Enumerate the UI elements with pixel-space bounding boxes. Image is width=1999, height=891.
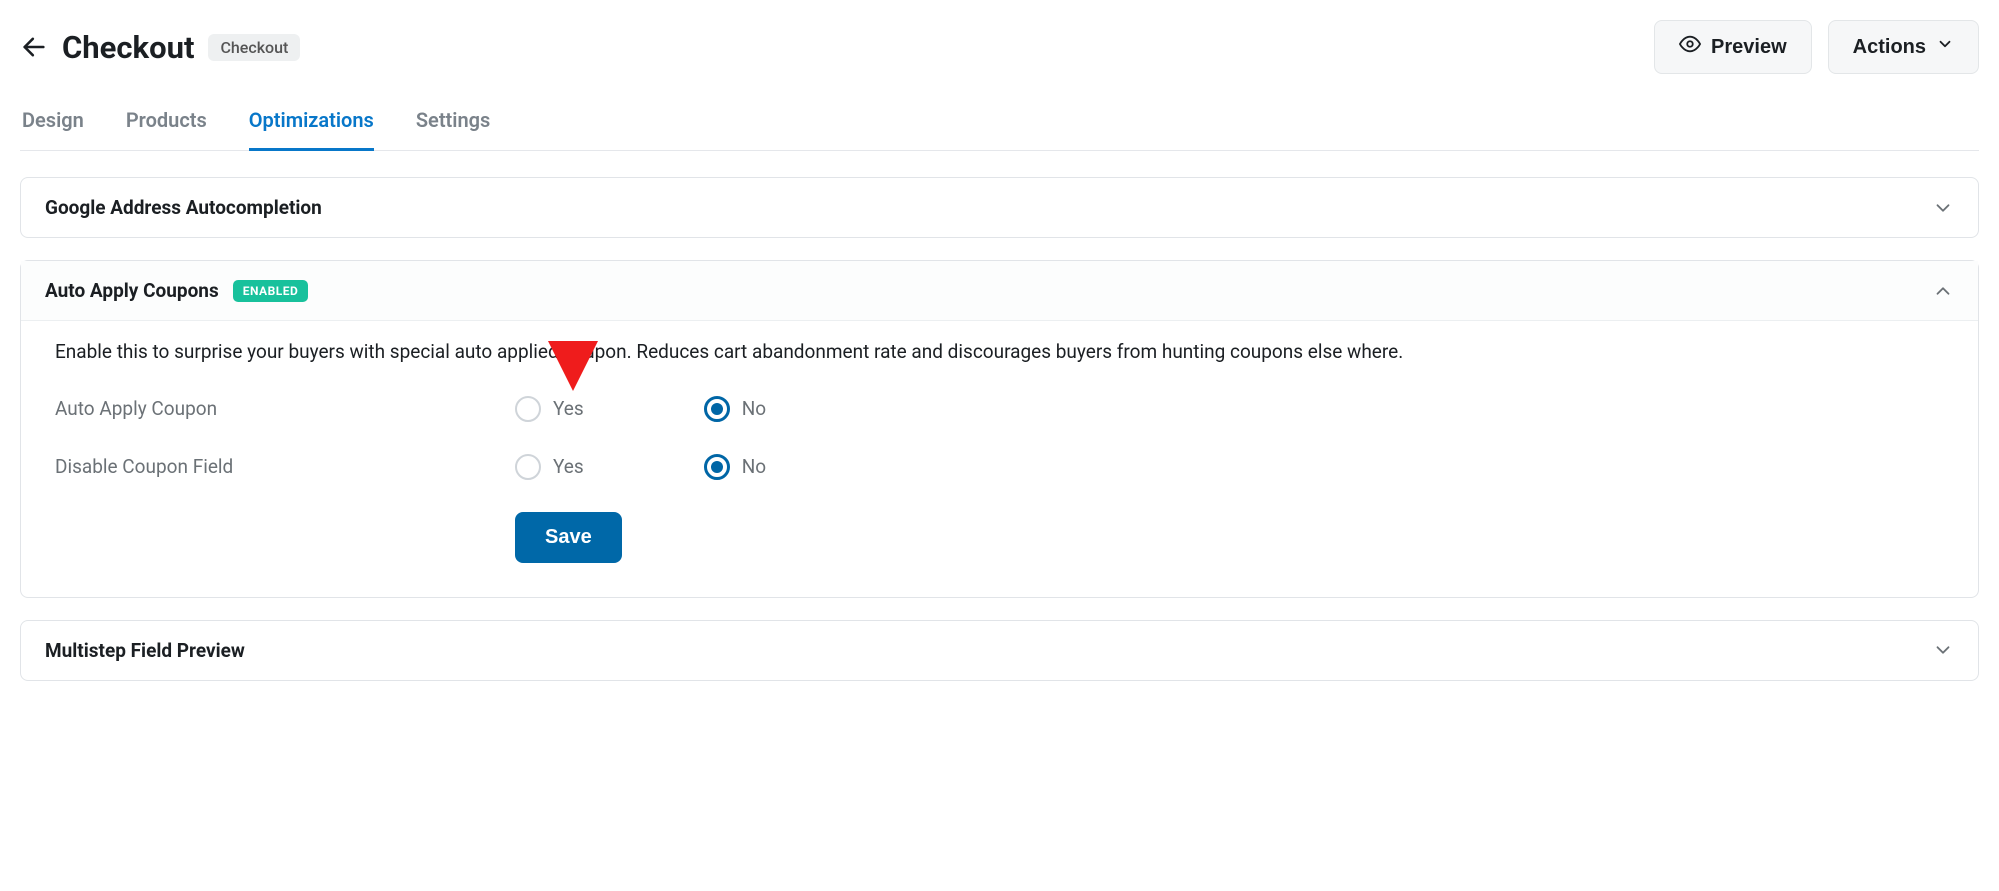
page-header: Checkout Checkout Preview Actions [20,20,1979,74]
radio-icon [704,454,730,480]
radio-disable-coupon-field-yes[interactable]: Yes [515,454,584,480]
panel-header-auto-apply-coupons[interactable]: Auto Apply Coupons ENABLED [21,261,1978,320]
radio-icon [515,396,541,422]
preview-button[interactable]: Preview [1654,20,1812,74]
chevron-up-icon [1932,280,1954,302]
header-actions: Preview Actions [1654,20,1979,74]
panel-description: Enable this to surprise your buyers with… [55,339,1944,366]
panel-title-google-address: Google Address Autocompletion [45,196,322,219]
panel-title-auto-apply-coupons: Auto Apply Coupons [45,279,219,302]
tab-settings[interactable]: Settings [416,102,490,150]
row-auto-apply-coupon: Auto Apply Coupon Yes No [55,396,1944,422]
panel-title-multistep: Multistep Field Preview [45,639,245,662]
radio-group-auto-apply-coupon: Yes No [515,396,766,422]
tab-products[interactable]: Products [126,102,207,150]
radio-label: Yes [553,397,584,420]
radio-auto-apply-coupon-yes[interactable]: Yes [515,396,584,422]
radio-icon [704,396,730,422]
radio-auto-apply-coupon-no[interactable]: No [704,396,766,422]
panel-body-auto-apply-coupons: Enable this to surprise your buyers with… [21,320,1978,597]
actions-button-label: Actions [1853,36,1926,59]
page-tag: Checkout [208,34,300,61]
radio-disable-coupon-field-no[interactable]: No [704,454,766,480]
chevron-down-icon [1932,197,1954,219]
radio-group-disable-coupon-field: Yes No [515,454,766,480]
actions-button[interactable]: Actions [1828,20,1979,74]
row-disable-coupon-field: Disable Coupon Field Yes No [55,454,1944,480]
page-title: Checkout [62,29,194,66]
chevron-down-icon [1936,35,1954,59]
tab-optimizations[interactable]: Optimizations [249,102,374,150]
radio-label: No [742,455,766,478]
header-left: Checkout Checkout [20,29,300,66]
panel-google-address: Google Address Autocompletion [20,177,1979,238]
back-arrow-icon[interactable] [20,33,48,61]
eye-icon [1679,33,1701,61]
radio-label: No [742,397,766,420]
radio-icon [515,454,541,480]
panel-header-google-address[interactable]: Google Address Autocompletion [21,178,1978,237]
panel-header-multistep[interactable]: Multistep Field Preview [21,621,1978,680]
tabs: Design Products Optimizations Settings [20,102,1979,151]
enabled-badge: ENABLED [233,280,309,302]
panel-multistep: Multistep Field Preview [20,620,1979,681]
tab-design[interactable]: Design [22,102,84,150]
panel-auto-apply-coupons: Auto Apply Coupons ENABLED Enable this t… [20,260,1979,598]
save-row: Save [515,512,1944,563]
label-auto-apply-coupon: Auto Apply Coupon [55,397,515,420]
save-button[interactable]: Save [515,512,622,563]
radio-label: Yes [553,455,584,478]
chevron-down-icon [1932,639,1954,661]
preview-button-label: Preview [1711,36,1787,59]
label-disable-coupon-field: Disable Coupon Field [55,455,515,478]
